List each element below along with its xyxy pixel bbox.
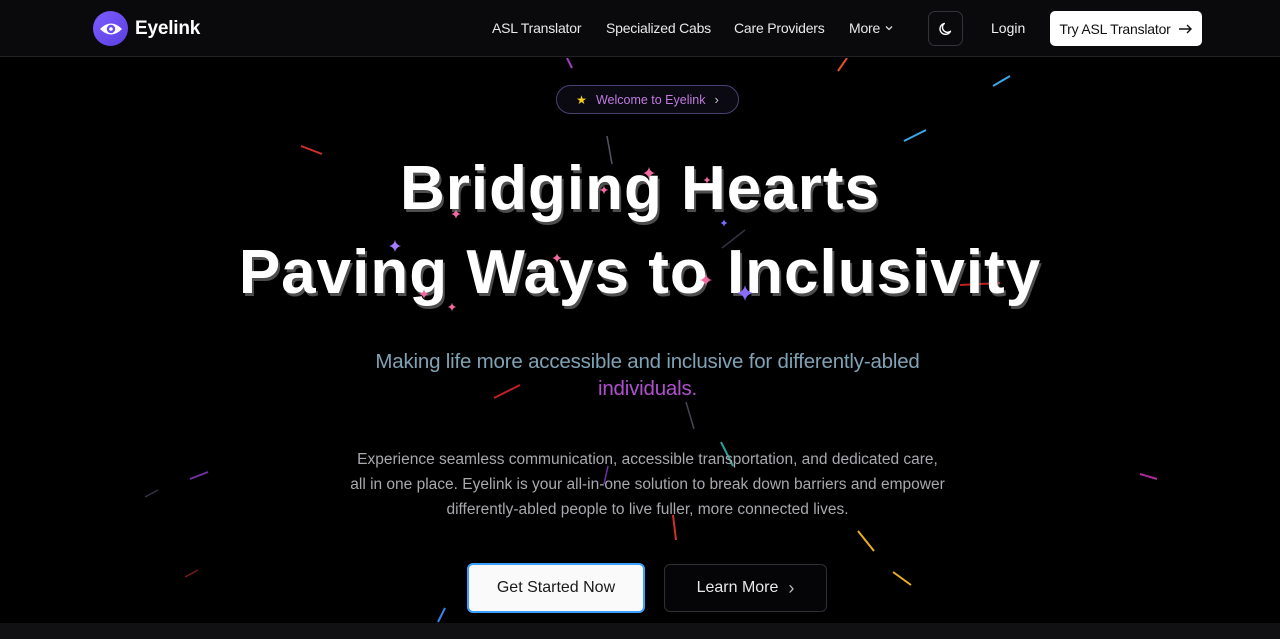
hero-subtitle-main: Making life more accessible and inclusiv… [375,350,920,373]
hero-subtitle: Making life more accessible and inclusiv… [340,348,955,402]
login-link[interactable]: Login [991,20,1025,36]
hero-description: Experience seamless communication, acces… [350,451,945,518]
hero-title-line-1: Bridging Hearts [399,154,881,223]
hero-title-line-2: Paving Ways to Inclusivity [238,238,1042,307]
welcome-badge[interactable]: ★ Welcome to Eyelink › [556,85,739,114]
nav-care-providers[interactable]: Care Providers [734,20,825,36]
star-icon: ★ [576,92,587,107]
nav-specialized-cabs[interactable]: Specialized Cabs [606,20,711,36]
learn-more-button[interactable]: Learn More › [664,564,827,612]
section-divider [0,623,1280,639]
welcome-badge-label: Welcome to Eyelink [595,92,706,107]
learn-more-label: Learn More [696,579,779,596]
nav-asl-translator[interactable]: ASL Translator [492,20,581,36]
hero-subtitle-highlight: individuals. [597,377,698,400]
nav-more-label: More [849,20,881,36]
get-started-button[interactable]: Get Started Now [467,563,645,613]
nav-more-dropdown[interactable]: More [849,20,894,36]
brand-name: Eyelink [135,17,201,39]
top-navbar: Eyelink ASL Translator Specialized Cabs … [0,0,1280,57]
try-asl-translator-button[interactable]: Try ASL Translator [1050,11,1202,46]
eye-icon [93,11,128,46]
brand-logo[interactable]: Eyelink [93,11,200,46]
cta-label: Try ASL Translator [1059,20,1171,37]
moon-icon [938,22,951,35]
arrow-right-icon [1178,24,1192,33]
theme-toggle-button[interactable] [928,11,963,46]
chevron-right-icon: › [714,92,719,107]
chevron-right-icon: › [788,577,795,598]
chevron-down-icon [885,26,893,31]
